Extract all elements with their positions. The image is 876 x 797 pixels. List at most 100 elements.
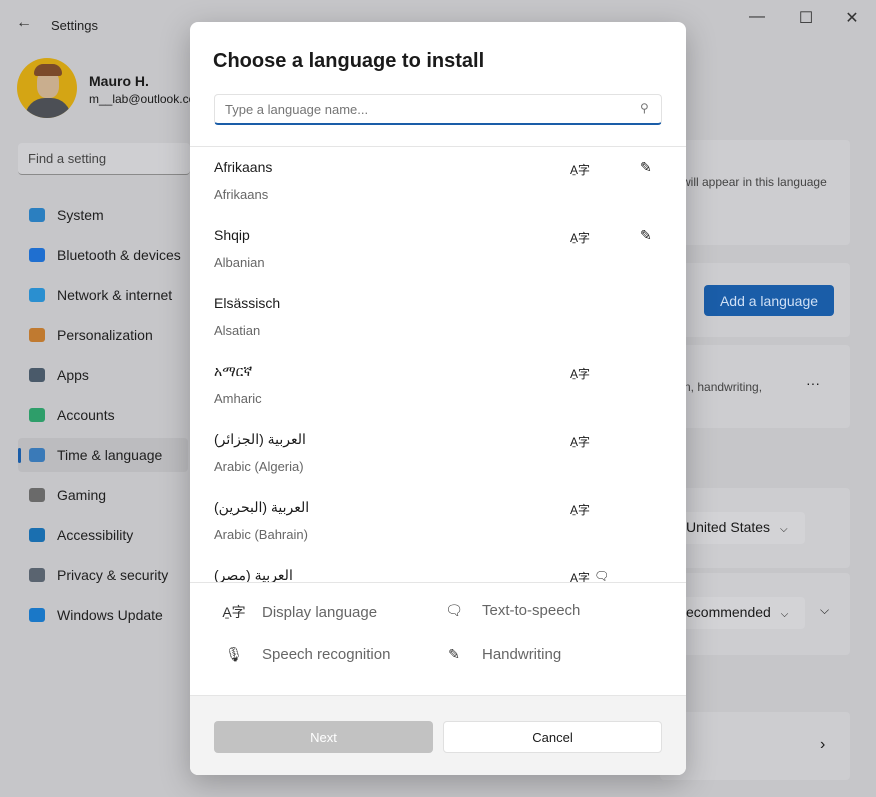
legend-text-to-speech: 🗨 Text-to-speech xyxy=(442,602,580,619)
close-button[interactable]: ✕ xyxy=(837,8,867,28)
legend-speech-recognition: 🎙 Speech recognition xyxy=(222,646,390,663)
language-item[interactable]: Elsässisch Alsatian xyxy=(190,283,686,351)
wifi-icon xyxy=(29,288,45,302)
chevron-right-icon: › xyxy=(820,736,826,753)
brush-icon xyxy=(29,328,45,342)
sidebar-item-gaming[interactable]: Gaming xyxy=(18,478,188,512)
language-native-name: العربية (الجزائر) xyxy=(214,431,306,447)
language-native-name: Afrikaans xyxy=(214,159,273,175)
sidebar-item-label: Bluetooth & devices xyxy=(57,247,181,263)
minimize-button[interactable]: — xyxy=(742,8,772,26)
sidebar-item-label: Personalization xyxy=(57,327,153,343)
language-item[interactable]: አማርኛ Amharic A̱字 xyxy=(190,351,686,419)
text-to-speech-icon: 🗨 xyxy=(445,602,463,618)
handwriting-icon: ✎ xyxy=(640,227,652,243)
sidebar-item-personalization[interactable]: Personalization xyxy=(18,318,188,352)
language-native-name: Elsässisch xyxy=(214,295,281,311)
microphone-icon: 🎙 xyxy=(225,646,243,662)
language-item[interactable]: Afrikaans Afrikaans A̱字 ✎ xyxy=(190,147,686,215)
update-icon xyxy=(29,608,45,622)
accessibility-icon xyxy=(29,528,45,542)
shield-icon xyxy=(29,568,45,582)
display-language-icon: A̱字 xyxy=(570,435,591,449)
sidebar-item-label: Privacy & security xyxy=(57,567,169,583)
language-english-name: Albanian xyxy=(214,255,265,270)
language-item[interactable]: Shqip Albanian A̱字 ✎ xyxy=(190,215,686,283)
sidebar-item-system[interactable]: System xyxy=(18,198,188,232)
monitor-icon xyxy=(29,208,45,222)
user-name: Mauro H. xyxy=(89,73,149,89)
install-language-dialog: Choose a language to install ⚲ Afrikaans… xyxy=(190,22,686,775)
sidebar-item-accessibility[interactable]: Accessibility xyxy=(18,518,188,552)
dialog-footer: Next Cancel xyxy=(190,695,686,775)
display-language-icon: A̱字 xyxy=(570,367,591,381)
display-language-icon: A̱字 xyxy=(570,231,591,245)
chevron-down-icon[interactable]: ⌵ xyxy=(820,603,829,618)
language-native-name: አማርኛ xyxy=(214,363,253,379)
handwriting-icon: ✎ xyxy=(640,159,652,175)
sidebar-item-time-language[interactable]: Time & language xyxy=(18,438,188,472)
language-item[interactable]: العربية (مصر) A̱字 🗨 xyxy=(190,555,686,582)
find-setting-input[interactable]: Find a setting xyxy=(18,143,190,175)
cancel-button[interactable]: Cancel xyxy=(443,721,662,753)
region-card: United States ⌵ xyxy=(660,488,850,568)
sidebar-item-label: Accessibility xyxy=(57,527,134,543)
display-language-icon: A̱字 xyxy=(222,604,246,620)
sidebar-item-bluetooth-devices[interactable]: Bluetooth & devices xyxy=(18,238,188,272)
sidebar-item-label: Windows Update xyxy=(57,607,163,623)
language-native-name: العربية (مصر) xyxy=(214,567,293,582)
settings-link-card[interactable]: › xyxy=(660,712,850,780)
sidebar-item-windows-update[interactable]: Windows Update xyxy=(18,598,188,632)
display-language-card: will appear in this language xyxy=(660,140,850,245)
language-list[interactable]: Afrikaans Afrikaans A̱字 ✎ Shqip Albanian A̱字 ✎ E… xyxy=(190,147,686,582)
user-email: m__lab@outlook.com xyxy=(89,92,206,106)
dialog-title: Choose a language to install xyxy=(213,50,485,72)
display-language-icon: A̱字 xyxy=(570,163,591,177)
handwriting-icon: ✎ xyxy=(448,646,460,662)
search-icon: ⚲ xyxy=(640,101,649,115)
window-title: Settings xyxy=(51,18,98,33)
language-english-name: Amharic xyxy=(214,391,262,406)
format-dropdown[interactable]: ecommended ⌵ xyxy=(680,597,805,629)
gamepad-icon xyxy=(29,488,45,502)
avatar xyxy=(17,58,77,118)
language-search-input[interactable] xyxy=(214,94,662,125)
bluetooth-icon xyxy=(29,248,45,262)
language-native-name: Shqip xyxy=(214,227,250,243)
display-language-icon: A̱字 xyxy=(570,503,591,517)
sidebar-item-accounts[interactable]: Accounts xyxy=(18,398,188,432)
globe-clock-icon xyxy=(29,448,45,462)
language-item[interactable]: العربية (البحرين) Arabic (Bahrain) A̱字 xyxy=(190,487,686,555)
person-icon xyxy=(29,408,45,422)
legend-handwriting: ✎ Handwriting xyxy=(442,646,561,663)
sidebar-item-apps[interactable]: Apps xyxy=(18,358,188,392)
more-options-button[interactable]: ··· xyxy=(806,375,820,391)
sidebar-item-label: Gaming xyxy=(57,487,107,503)
preferred-languages-card: Add a language xyxy=(660,263,850,337)
language-english-name: Alsatian xyxy=(214,323,261,338)
language-english-name: Afrikaans xyxy=(214,187,269,202)
language-english-name: Arabic (Bahrain) xyxy=(214,527,308,542)
sidebar-item-label: Accounts xyxy=(57,407,115,423)
language-item[interactable]: العربية (الجزائر) Arabic (Algeria) A̱字 xyxy=(190,419,686,487)
sidebar-item-privacy-security[interactable]: Privacy & security xyxy=(18,558,188,592)
sidebar-item-label: Time & language xyxy=(57,447,163,463)
sidebar-item-label: Network & internet xyxy=(57,287,173,303)
language-english-name: Arabic (Algeria) xyxy=(214,459,304,474)
apps-icon xyxy=(29,368,45,382)
maximize-button[interactable]: ☐ xyxy=(791,8,821,28)
region-dropdown[interactable]: United States ⌵ xyxy=(680,512,805,544)
back-button[interactable]: ← xyxy=(16,14,32,32)
language-native-name: العربية (البحرين) xyxy=(214,499,310,515)
sidebar-item-label: Apps xyxy=(57,367,89,383)
sidebar-item-network-internet[interactable]: Network & internet xyxy=(18,278,188,312)
next-button[interactable]: Next xyxy=(214,721,433,753)
display-language-icon: A̱字 xyxy=(570,571,591,582)
divider xyxy=(190,582,686,583)
language-card: n, handwriting, ··· xyxy=(660,345,850,428)
legend-display-language: A̱字 Display language xyxy=(222,603,378,621)
add-language-button[interactable]: Add a language xyxy=(704,285,834,316)
text-to-speech-icon: 🗨 xyxy=(594,569,610,582)
format-card: ecommended ⌵ ⌵ xyxy=(660,573,850,655)
sidebar-item-label: System xyxy=(57,207,104,223)
